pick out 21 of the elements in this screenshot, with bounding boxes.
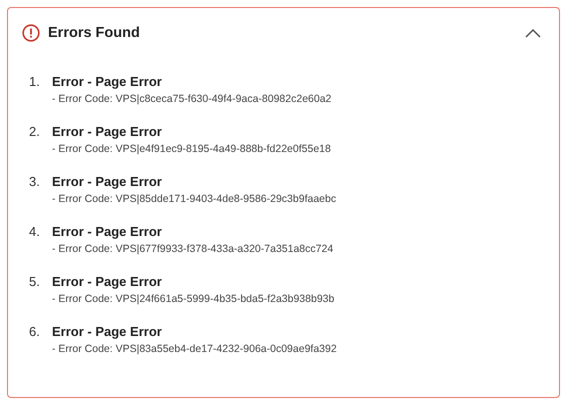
error-code: - Error Code: VPS|83a55eb4-de17-4232-906a-0c09ae9fa392 bbox=[52, 343, 338, 355]
error-code: - Error Code: VPS|85dde171-9403-4de8-9586-29c3b9faaebc bbox=[52, 193, 338, 205]
error-code: - Error Code: VPS|c8ceca75-f630-49f4-9aca-80982c2e60a2 bbox=[52, 93, 332, 105]
collapse-button[interactable] bbox=[523, 26, 543, 40]
list-number: 2. bbox=[29, 124, 41, 139]
error-title: Error - Page Error bbox=[52, 174, 163, 189]
list-number: 3. bbox=[29, 174, 41, 189]
error-code: - Error Code: VPS|e4f91ec9-8195-4a49-888b-fd22e0f55e18 bbox=[52, 143, 332, 155]
error-code: - Error Code: VPS|677f9933-f378-433a-a320-7a351a8cc724 bbox=[52, 243, 334, 255]
error-title: Error - Page Error bbox=[52, 274, 163, 289]
list-number: 1. bbox=[29, 74, 41, 89]
panel-title: Errors Found bbox=[48, 25, 141, 41]
error-code: - Error Code: VPS|24f661a5-5999-4b35-bda5-f2a3b938b93b bbox=[52, 293, 336, 305]
error-title: Error - Page Error bbox=[52, 224, 163, 239]
alert-icon bbox=[22, 24, 40, 42]
list-number: 4. bbox=[29, 224, 41, 239]
error-title: Error - Page Error bbox=[52, 74, 163, 89]
list-number: 5. bbox=[29, 274, 41, 289]
list-number: 6. bbox=[29, 324, 41, 339]
error-title: Error - Page Error bbox=[52, 124, 163, 139]
error-title: Error - Page Error bbox=[52, 324, 163, 339]
